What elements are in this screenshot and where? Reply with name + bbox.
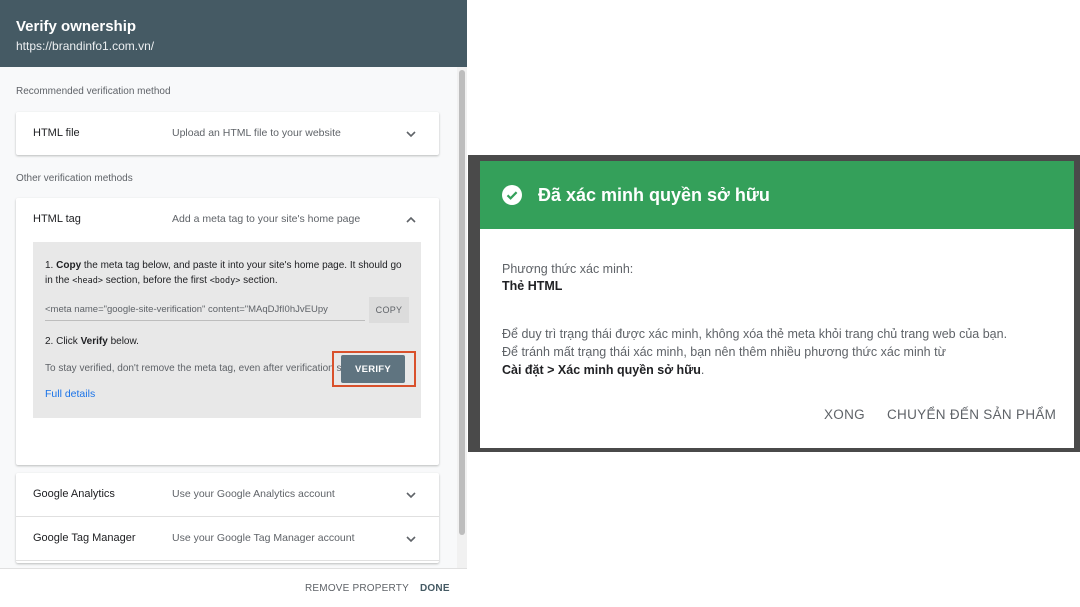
panel-content[interactable]: Recommended verification method HTML fil… <box>0 67 467 568</box>
verify-button[interactable]: VERIFY <box>341 355 405 383</box>
copy-button[interactable]: COPY <box>369 297 409 323</box>
method-row-html-tag[interactable]: HTML tag Add a meta tag to your site's h… <box>16 198 439 241</box>
method-card-html-file[interactable]: HTML file Upload an HTML file to your we… <box>16 112 439 155</box>
verify-ownership-panel: Verify ownership https://brandinfo1.com.… <box>0 0 467 607</box>
other-methods-label: Other verification methods <box>16 173 133 184</box>
html-tag-instructions: 1. Copy the meta tag below, and paste it… <box>33 242 421 418</box>
dialog-header: Đã xác minh quyền sở hữu <box>480 161 1074 229</box>
settings-path: Cài đặt > Xác minh quyền sở hữu <box>502 363 701 377</box>
method-description: Use your Google Analytics account <box>172 488 335 500</box>
keep-verified-text: Để duy trì trạng thái được xác minh, khô… <box>502 327 1008 341</box>
full-details-link[interactable]: Full details <box>45 388 95 400</box>
meta-tag-field[interactable] <box>45 299 365 321</box>
method-name: HTML tag <box>33 213 81 225</box>
done-button[interactable]: DONE <box>420 583 450 594</box>
panel-title: Verify ownership <box>16 18 137 35</box>
add-methods-text: Để tránh mất trạng thái xác minh, bạn nê… <box>502 345 946 359</box>
go-to-property-button[interactable]: CHUYỂN ĐẾN SẢN PHẨM <box>887 407 1056 422</box>
check-circle-icon <box>502 185 522 205</box>
divider <box>16 560 439 561</box>
method-label: Phương thức xác minh: <box>502 262 634 276</box>
method-description: Upload an HTML file to your website <box>172 127 341 139</box>
recommended-method-label: Recommended verification method <box>16 86 171 97</box>
panel-header: Verify ownership https://brandinfo1.com.… <box>0 0 467 67</box>
method-name: Google Tag Manager <box>33 532 136 544</box>
step-1-text: 1. Copy the meta tag below, and paste it… <box>45 260 402 286</box>
chevron-down-icon[interactable] <box>405 489 417 501</box>
method-description: Use your Google Tag Manager account <box>172 532 355 544</box>
remove-property-button[interactable]: REMOVE PROPERTY <box>305 583 409 594</box>
chevron-up-icon[interactable] <box>405 214 417 226</box>
settings-path-text: Cài đặt > Xác minh quyền sở hữu. <box>502 363 705 377</box>
step-2-text: 2. Click Verify below. <box>45 336 139 347</box>
method-row-google-analytics[interactable]: Google Analytics Use your Google Analyti… <box>16 473 439 516</box>
method-name: Google Analytics <box>33 488 115 500</box>
chevron-down-icon[interactable] <box>405 533 417 545</box>
method-card-html-tag: HTML tag Add a meta tag to your site's h… <box>16 198 439 465</box>
panel-footer: REMOVE PROPERTY DONE <box>0 568 467 607</box>
verified-dialog: Đã xác minh quyền sở hữu Phương thức xác… <box>480 161 1074 448</box>
method-row-html-file[interactable]: HTML file Upload an HTML file to your we… <box>16 112 439 155</box>
meta-tag-row: COPY <box>45 297 409 323</box>
dialog-title: Đã xác minh quyền sở hữu <box>538 185 770 205</box>
scrollbar-thumb[interactable] <box>459 70 465 535</box>
method-value: Thẻ HTML <box>502 279 563 293</box>
method-description: Add a meta tag to your site's home page <box>172 213 361 225</box>
chevron-down-icon[interactable] <box>405 128 417 140</box>
method-name: HTML file <box>33 127 80 139</box>
method-card-list: Google Analytics Use your Google Analyti… <box>16 473 439 563</box>
property-url: https://brandinfo1.com.vn/ <box>16 39 155 53</box>
method-row-google-tag-manager[interactable]: Google Tag Manager Use your Google Tag M… <box>16 517 439 560</box>
done-button[interactable]: XONG <box>824 407 865 422</box>
